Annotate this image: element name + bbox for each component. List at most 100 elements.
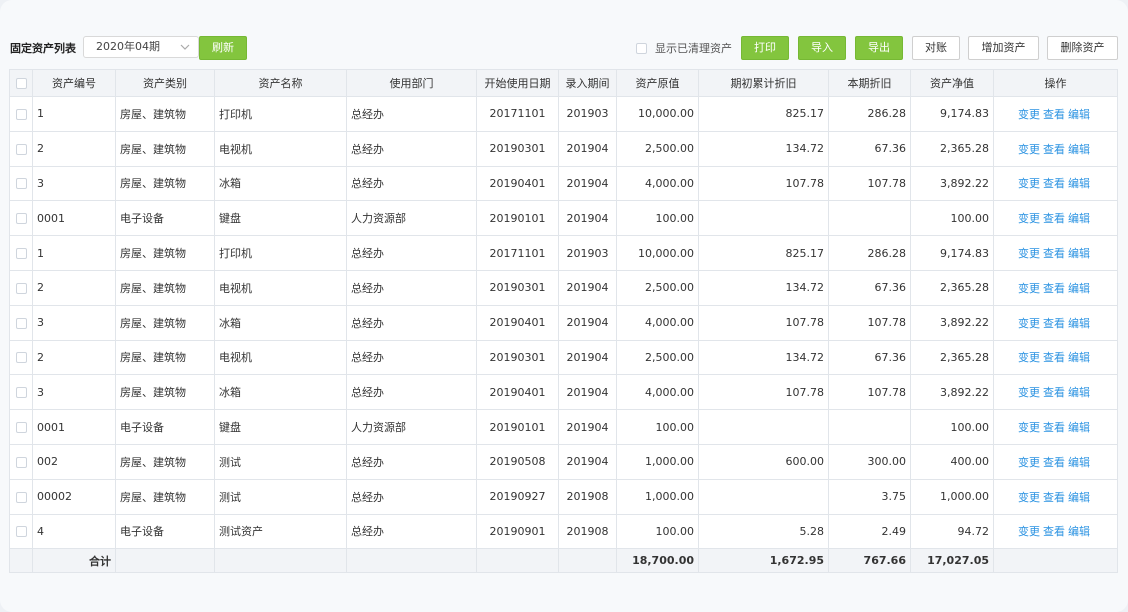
row-select[interactable] (9, 374, 33, 411)
asset-code-link[interactable]: 002 (32, 443, 116, 480)
edit-link[interactable]: 编辑 (1068, 143, 1090, 156)
row-checkbox[interactable] (15, 352, 27, 364)
add-asset-button[interactable]: 增加资产 (968, 36, 1039, 60)
table-row[interactable]: 2 房屋、建筑物 电视机 总经办 20190301 201904 2,500.00 134.7… (9, 130, 1118, 167)
row-checkbox[interactable] (15, 143, 27, 155)
edit-link[interactable]: 编辑 (1068, 212, 1090, 225)
change-link[interactable]: 变更 (1018, 525, 1040, 538)
checkbox-box[interactable] (636, 42, 647, 54)
view-link[interactable]: 查看 (1043, 177, 1065, 190)
view-link[interactable]: 查看 (1043, 247, 1065, 260)
edit-link[interactable]: 编辑 (1068, 421, 1090, 434)
change-link[interactable]: 变更 (1018, 456, 1040, 469)
import-button[interactable]: 导入 (798, 36, 846, 60)
table-row[interactable]: 3 房屋、建筑物 冰箱 总经办 20190401 201904 4,000.00 107.78… (9, 304, 1118, 341)
row-select[interactable] (9, 409, 33, 445)
change-link[interactable]: 变更 (1018, 351, 1040, 364)
row-checkbox[interactable] (15, 526, 27, 538)
asset-code-link[interactable]: 2 (32, 130, 116, 167)
view-link[interactable]: 查看 (1043, 351, 1065, 364)
row-checkbox[interactable] (15, 213, 27, 225)
reconcile-button[interactable]: 对账 (912, 36, 960, 60)
select-all-checkbox[interactable] (15, 78, 27, 89)
view-link[interactable]: 查看 (1043, 143, 1065, 156)
table-row[interactable]: 0001 电子设备 键盘 人力资源部 20190101 201904 100.00 100.0… (9, 409, 1118, 445)
table-row[interactable]: 1 房屋、建筑物 打印机 总经办 20171101 201903 10,000.00 825.… (9, 96, 1118, 132)
change-link[interactable]: 变更 (1018, 177, 1040, 190)
view-link[interactable]: 查看 (1043, 525, 1065, 538)
change-link[interactable]: 变更 (1018, 386, 1040, 399)
table-row[interactable]: 4 电子设备 测试资产 总经办 20190901 201908 100.00 5.28 2.49… (9, 513, 1118, 550)
view-link[interactable]: 查看 (1043, 421, 1065, 434)
view-link[interactable]: 查看 (1043, 282, 1065, 295)
period-select[interactable]: 2020年04期 (83, 36, 199, 58)
table-row[interactable]: 3 房屋、建筑物 冰箱 总经办 20190401 201904 4,000.00 107.78… (9, 165, 1118, 202)
change-link[interactable]: 变更 (1018, 491, 1040, 504)
change-link[interactable]: 变更 (1018, 143, 1040, 156)
asset-code-link[interactable]: 3 (32, 374, 116, 411)
edit-link[interactable]: 编辑 (1068, 108, 1090, 121)
table-row[interactable]: 0001 电子设备 键盘 人力资源部 20190101 201904 100.00 100.0… (9, 200, 1118, 237)
row-checkbox[interactable] (15, 317, 27, 329)
row-checkbox[interactable] (15, 491, 27, 503)
view-link[interactable]: 查看 (1043, 212, 1065, 225)
edit-link[interactable]: 编辑 (1068, 177, 1090, 190)
row-select[interactable] (9, 130, 33, 167)
row-select[interactable] (9, 339, 33, 376)
row-checkbox[interactable] (15, 282, 27, 294)
edit-link[interactable]: 编辑 (1068, 456, 1090, 469)
asset-code-link[interactable]: 3 (32, 165, 116, 202)
edit-link[interactable]: 编辑 (1068, 525, 1090, 538)
row-checkbox[interactable] (15, 387, 27, 399)
change-link[interactable]: 变更 (1018, 108, 1040, 121)
edit-link[interactable]: 编辑 (1068, 247, 1090, 260)
asset-code-link[interactable]: 4 (32, 513, 116, 550)
change-link[interactable]: 变更 (1018, 282, 1040, 295)
edit-link[interactable]: 编辑 (1068, 282, 1090, 295)
asset-code-link[interactable]: 0001 (32, 409, 116, 445)
asset-code-link[interactable]: 2 (32, 269, 116, 306)
change-link[interactable]: 变更 (1018, 317, 1040, 330)
view-link[interactable]: 查看 (1043, 386, 1065, 399)
table-row[interactable]: 002 房屋、建筑物 测试 总经办 20190508 201904 1,000.00 600.… (9, 443, 1118, 480)
asset-code-link[interactable]: 3 (32, 304, 116, 341)
print-button[interactable]: 打印 (741, 36, 789, 60)
row-select[interactable] (9, 96, 33, 132)
table-row[interactable]: 1 房屋、建筑物 打印机 总经办 20171101 201903 10,000.00 825.… (9, 235, 1118, 271)
table-row[interactable]: 3 房屋、建筑物 冰箱 总经办 20190401 201904 4,000.00 107.78… (9, 374, 1118, 411)
edit-link[interactable]: 编辑 (1068, 317, 1090, 330)
row-checkbox[interactable] (15, 456, 27, 468)
row-select[interactable] (9, 269, 33, 306)
asset-code-link[interactable]: 2 (32, 339, 116, 376)
edit-link[interactable]: 编辑 (1068, 351, 1090, 364)
view-link[interactable]: 查看 (1043, 456, 1065, 469)
asset-code-link[interactable]: 1 (32, 235, 116, 271)
row-checkbox[interactable] (15, 178, 27, 190)
view-link[interactable]: 查看 (1043, 317, 1065, 330)
row-checkbox[interactable] (15, 108, 27, 120)
row-select[interactable] (9, 200, 33, 237)
asset-code-link[interactable]: 00002 (32, 478, 116, 515)
header-select-all[interactable] (9, 69, 33, 97)
edit-link[interactable]: 编辑 (1068, 386, 1090, 399)
change-link[interactable]: 变更 (1018, 421, 1040, 434)
row-checkbox[interactable] (15, 422, 27, 434)
change-link[interactable]: 变更 (1018, 247, 1040, 260)
row-select[interactable] (9, 478, 33, 515)
asset-code-link[interactable]: 0001 (32, 200, 116, 237)
table-row[interactable]: 2 房屋、建筑物 电视机 总经办 20190301 201904 2,500.00 134.7… (9, 339, 1118, 376)
row-select[interactable] (9, 165, 33, 202)
row-select[interactable] (9, 235, 33, 271)
row-select[interactable] (9, 304, 33, 341)
row-select[interactable] (9, 513, 33, 550)
view-link[interactable]: 查看 (1043, 491, 1065, 504)
show-cleared-checkbox[interactable] (636, 41, 647, 54)
asset-code-link[interactable]: 1 (32, 96, 116, 132)
edit-link[interactable]: 编辑 (1068, 491, 1090, 504)
table-row[interactable]: 00002 房屋、建筑物 测试 总经办 20190927 201908 1,000.00 3.… (9, 478, 1118, 515)
table-row[interactable]: 2 房屋、建筑物 电视机 总经办 20190301 201904 2,500.00 134.7… (9, 269, 1118, 306)
change-link[interactable]: 变更 (1018, 212, 1040, 225)
row-select[interactable] (9, 443, 33, 480)
row-checkbox[interactable] (15, 248, 27, 260)
refresh-button[interactable]: 刷新 (199, 36, 247, 60)
